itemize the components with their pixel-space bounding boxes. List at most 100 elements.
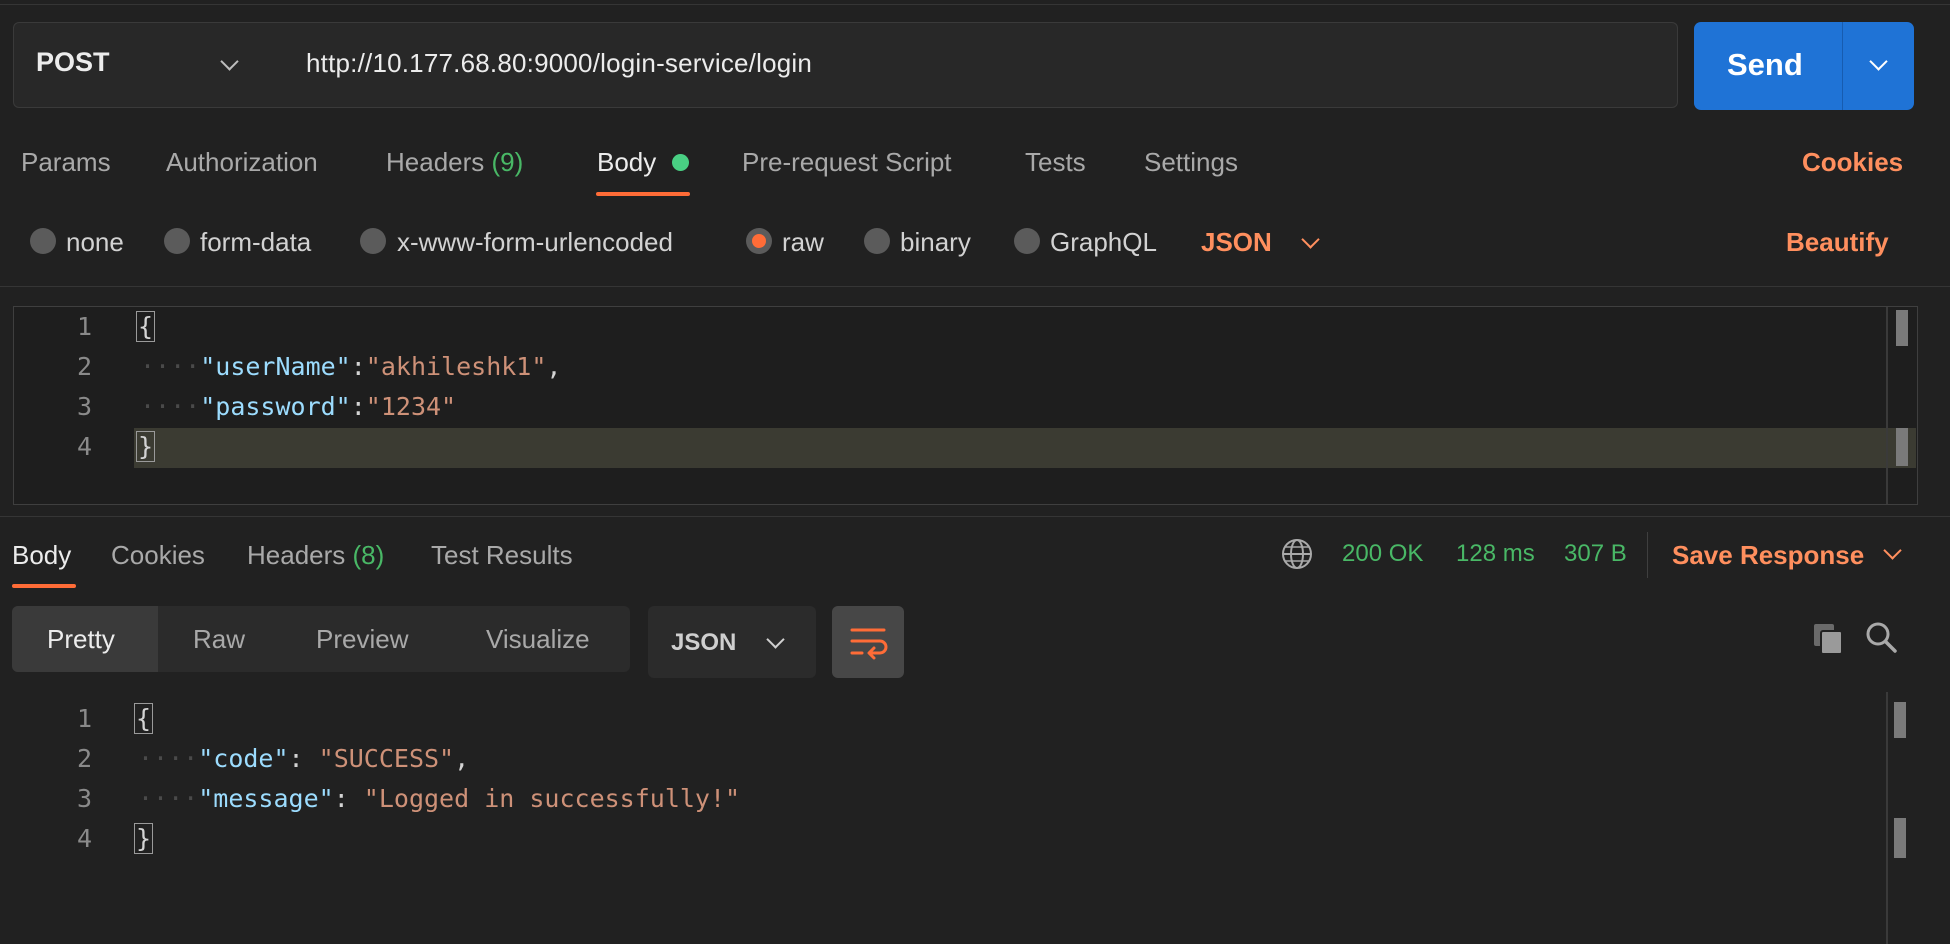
line-number: 3 bbox=[76, 784, 92, 813]
current-line-highlight bbox=[134, 428, 1916, 468]
tab-pre-request-script[interactable]: Pre-request Script bbox=[742, 147, 952, 178]
body-format-select[interactable]: JSON bbox=[1201, 227, 1272, 258]
line-number: 4 bbox=[76, 432, 92, 461]
json-value: "Logged in successfully!" bbox=[363, 784, 741, 813]
divider bbox=[0, 516, 1950, 517]
view-raw[interactable]: Raw bbox=[193, 624, 245, 655]
json-value: "1234" bbox=[365, 392, 457, 421]
editor-scroll-marker bbox=[1896, 428, 1908, 466]
response-body-viewer[interactable] bbox=[0, 692, 1950, 944]
wrap-lines-icon bbox=[850, 628, 888, 660]
tab-headers[interactable]: Headers (9) bbox=[386, 147, 523, 178]
status-code[interactable]: 200 OK bbox=[1342, 540, 1423, 568]
editor-scroll-thumb[interactable] bbox=[1896, 310, 1908, 346]
send-divider bbox=[1842, 22, 1843, 110]
tab-body-underline bbox=[596, 192, 690, 196]
radio-none-label: none bbox=[66, 227, 124, 257]
response-tab-body[interactable]: Body bbox=[12, 540, 71, 571]
code-line-1: { bbox=[134, 703, 154, 734]
tab-settings[interactable]: Settings bbox=[1144, 147, 1238, 178]
body-modified-dot bbox=[672, 154, 689, 171]
globe-icon[interactable] bbox=[1281, 538, 1313, 570]
line-number: 1 bbox=[76, 704, 92, 733]
tab-headers-count: (9) bbox=[491, 147, 524, 177]
editor-scroll-track bbox=[1886, 307, 1888, 504]
radio-raw[interactable] bbox=[746, 228, 772, 254]
response-tab-headers-label: Headers bbox=[247, 540, 346, 570]
radio-binary[interactable] bbox=[864, 228, 890, 254]
json-key: "password" bbox=[200, 392, 351, 421]
json-colon: : bbox=[350, 392, 366, 421]
format-chevron-down-icon[interactable] bbox=[1301, 230, 1320, 249]
radio-graphql[interactable] bbox=[1014, 228, 1040, 254]
cookies-link[interactable]: Cookies bbox=[1802, 147, 1903, 178]
divider bbox=[0, 286, 1950, 287]
code-line-4: } bbox=[134, 823, 154, 854]
top-divider bbox=[0, 4, 1950, 5]
response-tab-test-results[interactable]: Test Results bbox=[431, 540, 573, 571]
radio-form-data-label: form-data bbox=[200, 227, 312, 257]
line-number: 3 bbox=[76, 392, 92, 421]
code-line-3: ····"password":"1234" bbox=[140, 392, 456, 421]
response-format-label: JSON bbox=[671, 629, 737, 656]
indent-guide: ···· bbox=[140, 392, 201, 421]
response-tab-headers-count: (8) bbox=[352, 540, 385, 570]
view-visualize[interactable]: Visualize bbox=[486, 624, 590, 655]
json-value: "SUCCESS" bbox=[318, 744, 455, 773]
code-line-4: } bbox=[136, 431, 156, 462]
json-key: "userName" bbox=[200, 352, 351, 381]
url-text: http://10.177.68.80:9000/login-service/l… bbox=[306, 48, 813, 78]
view-preview[interactable]: Preview bbox=[316, 624, 408, 655]
response-tab-headers[interactable]: Headers (8) bbox=[247, 540, 384, 571]
json-colon: : bbox=[333, 784, 364, 813]
response-scroll-marker bbox=[1894, 818, 1906, 858]
tab-authorization[interactable]: Authorization bbox=[166, 147, 318, 178]
close-brace: } bbox=[136, 431, 156, 462]
line-number: 2 bbox=[76, 352, 92, 381]
line-number: 1 bbox=[76, 312, 92, 341]
tab-tests[interactable]: Tests bbox=[1025, 147, 1086, 178]
radio-form-data[interactable] bbox=[164, 228, 190, 254]
code-line-2: ····"code": "SUCCESS", bbox=[138, 744, 469, 773]
radio-raw-label: raw bbox=[782, 227, 824, 257]
radio-none[interactable] bbox=[30, 228, 56, 254]
copy-icon[interactable] bbox=[1812, 622, 1844, 656]
beautify-button[interactable]: Beautify bbox=[1786, 227, 1889, 258]
response-tab-cookies[interactable]: Cookies bbox=[111, 540, 205, 571]
indent-guide: ···· bbox=[140, 352, 201, 381]
view-pretty[interactable]: Pretty bbox=[47, 624, 115, 655]
method-label: POST bbox=[36, 47, 110, 77]
save-response-chevron-down-icon[interactable] bbox=[1883, 541, 1902, 560]
indent-guide: ···· bbox=[138, 744, 199, 773]
send-label: Send bbox=[1727, 47, 1803, 82]
code-line-3: ····"message": "Logged in successfully!" bbox=[138, 784, 740, 813]
search-icon[interactable] bbox=[1864, 620, 1898, 654]
open-brace: { bbox=[134, 703, 154, 734]
save-response-button[interactable]: Save Response bbox=[1672, 540, 1864, 571]
response-time[interactable]: 128 ms bbox=[1456, 540, 1535, 568]
response-size[interactable]: 307 B bbox=[1564, 540, 1627, 568]
tab-headers-label: Headers bbox=[386, 147, 485, 177]
json-colon: : bbox=[350, 352, 366, 381]
radio-urlencoded-label: x-www-form-urlencoded bbox=[397, 227, 673, 257]
json-key: "code" bbox=[198, 744, 289, 773]
radio-graphql-label: GraphQL bbox=[1050, 227, 1157, 257]
json-comma: , bbox=[454, 744, 470, 773]
wrap-lines-button[interactable] bbox=[832, 606, 904, 678]
radio-binary-label: binary bbox=[900, 227, 971, 257]
response-scroll-track bbox=[1886, 692, 1888, 944]
open-brace: { bbox=[136, 311, 156, 342]
tab-body[interactable]: Body bbox=[597, 147, 656, 178]
code-line-1: { bbox=[136, 311, 156, 342]
close-brace: } bbox=[134, 823, 154, 854]
divider bbox=[1647, 532, 1648, 578]
response-scroll-thumb[interactable] bbox=[1894, 702, 1906, 738]
radio-urlencoded[interactable] bbox=[360, 228, 386, 254]
tab-params[interactable]: Params bbox=[21, 147, 111, 178]
json-comma: , bbox=[546, 352, 562, 381]
json-colon: : bbox=[288, 744, 319, 773]
line-number: 2 bbox=[76, 744, 92, 773]
indent-guide: ···· bbox=[138, 784, 199, 813]
response-tab-body-underline bbox=[12, 584, 76, 588]
json-value: "akhileshk1" bbox=[365, 352, 547, 381]
